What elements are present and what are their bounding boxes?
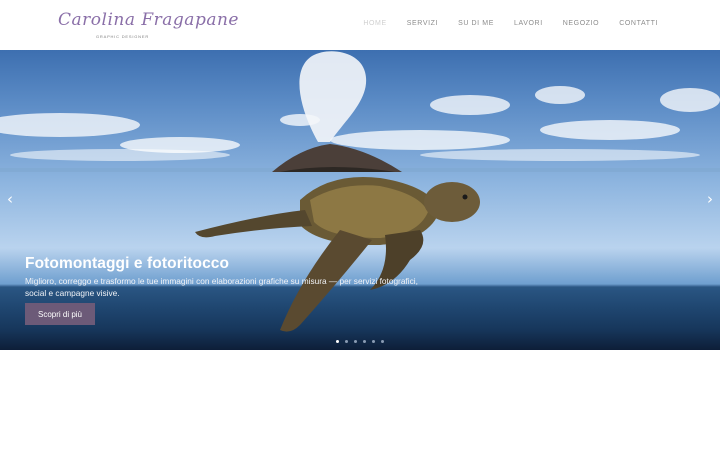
nav-item-home[interactable]: HOME (363, 20, 386, 27)
chevron-right-icon[interactable]: › (707, 192, 713, 207)
site-logo[interactable]: Carolina Fragapane GRAPHIC DESIGNER (58, 10, 238, 42)
site-header: Carolina Fragapane GRAPHIC DESIGNER HOME… (0, 0, 720, 50)
slider-dot[interactable] (345, 340, 348, 343)
nav-item-negozio[interactable]: NEGOZIO (563, 20, 599, 27)
slider-pagination (336, 340, 384, 343)
nav-item-lavori[interactable]: LAVORI (514, 20, 543, 27)
hero-slider: ‹ › Fotomontaggi e fotoritocco Miglioro,… (0, 50, 720, 350)
slider-dot[interactable] (354, 340, 357, 343)
logo-wordmark: Carolina Fragapane (58, 10, 239, 30)
nav-item-contatti[interactable]: CONTATTI (619, 20, 658, 27)
discover-more-button[interactable]: Scopri di più (25, 303, 95, 325)
slide-caption: Fotomontaggi e fotoritocco Miglioro, cor… (25, 255, 425, 299)
slider-dot[interactable] (363, 340, 366, 343)
slider-dot[interactable] (381, 340, 384, 343)
slide-image (0, 51, 720, 332)
slider-dot[interactable] (336, 340, 339, 343)
logo-tagline: GRAPHIC DESIGNER (96, 34, 150, 39)
nav-item-servizi[interactable]: SERVIZI (407, 20, 438, 27)
slide-title: Fotomontaggi e fotoritocco (25, 255, 230, 272)
slide-description: Miglioro, correggo e trasformo le tue im… (25, 276, 418, 298)
main-nav: HOME SERVIZI SU DI ME LAVORI NEGOZIO CON… (363, 20, 658, 27)
slider-dot[interactable] (372, 340, 375, 343)
nav-item-su-di-me[interactable]: SU DI ME (458, 20, 494, 27)
chevron-left-icon[interactable]: ‹ (7, 192, 13, 207)
